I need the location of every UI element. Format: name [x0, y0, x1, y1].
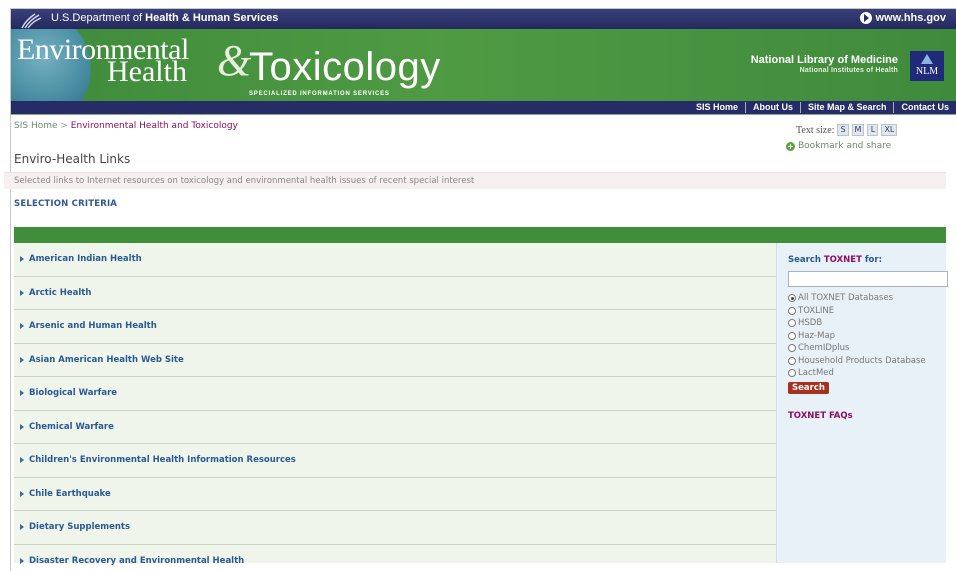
breadcrumb-separator: >	[57, 121, 71, 131]
hhs-department-link[interactable]: U.S.Department of Health & Human Service…	[51, 12, 278, 24]
arrow-circle-icon	[859, 12, 872, 24]
text-size-large-button[interactable]: L	[867, 124, 879, 136]
radio-button[interactable]	[788, 306, 796, 315]
radio-option-lactmed[interactable]: LactMed	[788, 367, 938, 380]
triangle-right-icon	[20, 557, 24, 564]
radio-option-household-products[interactable]: Household Products Database	[788, 355, 938, 368]
intro-text: Selected links to Internet resources on …	[4, 172, 946, 189]
triangle-right-icon	[20, 356, 24, 363]
list-item[interactable]: Disaster Recovery and Environmental Heal…	[14, 545, 776, 571]
text-size-small-button[interactable]: S	[837, 124, 849, 136]
bookmark-share-link[interactable]: + Bookmark and share	[786, 141, 891, 151]
list-item[interactable]: Arsenic and Human Health	[14, 310, 776, 344]
site-banner: Environmental Health & Toxicology SPECIA…	[11, 29, 956, 101]
list-item-label: Asian American Health Web Site	[29, 354, 184, 365]
triangle-right-icon	[20, 423, 24, 430]
radio-label: All TOXNET Databases	[798, 293, 894, 304]
toxnet-search-input[interactable]	[788, 271, 948, 287]
list-item[interactable]: Chemical Warfare	[14, 411, 776, 444]
breadcrumb-sis-home[interactable]: SIS Home	[14, 121, 58, 131]
title-ampersand: &	[217, 36, 252, 85]
toxnet-search-button[interactable]: Search	[788, 381, 829, 394]
radio-option-toxline[interactable]: TOXLINE	[788, 305, 938, 318]
radio-button[interactable]	[788, 369, 796, 378]
radio-option-haz-map[interactable]: Haz-Map	[788, 330, 938, 343]
triangle-right-icon	[20, 390, 24, 397]
hhs-text-prefix: U.S.Department of	[51, 12, 146, 24]
title-subtitle: SPECIALIZED INFORMATION SERVICES	[249, 91, 390, 97]
section-divider-bar	[14, 227, 946, 243]
radio-button[interactable]	[788, 331, 796, 340]
selection-criteria-link[interactable]: SELECTION CRITERIA	[14, 199, 117, 209]
list-item[interactable]: American Indian Health	[14, 243, 776, 277]
radio-button[interactable]	[788, 344, 796, 353]
radio-label: HSDB	[798, 318, 823, 329]
toxnet-faqs-link[interactable]: TOXNET FAQs	[788, 411, 938, 421]
radio-label: TOXLINE	[798, 305, 835, 316]
triangle-right-icon	[20, 457, 24, 464]
bookmark-share-label: Bookmark and share	[798, 141, 892, 151]
hhs-eagle-logo-icon[interactable]	[19, 10, 43, 30]
triangle-right-icon	[20, 323, 24, 330]
radio-label: LactMed	[798, 368, 834, 379]
search-heading-suffix: for:	[861, 255, 882, 265]
hhs-text-bold: Health & Human Services	[145, 12, 279, 24]
radio-label: Haz-Map	[798, 330, 836, 341]
list-item-label: Chemical Warfare	[29, 421, 114, 432]
nav-sis-home[interactable]: SIS Home	[689, 102, 745, 113]
list-item[interactable]: Asian American Health Web Site	[14, 344, 776, 377]
radio-label: ChemIDplus	[798, 343, 850, 354]
nav-contact-us[interactable]: Contact Us	[893, 102, 956, 113]
toxnet-brand-link[interactable]: TOXNET	[824, 255, 862, 265]
toxnet-search-heading: Search TOXNET for:	[788, 255, 938, 265]
list-item-label: Disaster Recovery and Environmental Heal…	[29, 555, 245, 566]
hhs-gov-link-label: www.hhs.gov	[875, 12, 947, 24]
top-navigation: SIS Home About Us Site Map & Search Cont…	[11, 101, 956, 115]
list-item-label: Arctic Health	[29, 287, 92, 298]
toxnet-search-panel: Search TOXNET for: All TOXNET Databases …	[776, 243, 948, 563]
radio-label: Household Products Database	[798, 355, 926, 366]
nih-subtitle: National Institutes of Health	[799, 67, 898, 74]
list-item-label: Dietary Supplements	[29, 522, 131, 533]
title-toxicology: Toxicology	[249, 45, 441, 89]
hhs-gov-link[interactable]: www.hhs.gov	[859, 12, 947, 24]
nav-about-us[interactable]: About Us	[744, 102, 800, 113]
radio-option-hsdb[interactable]: HSDB	[788, 317, 938, 330]
radio-option-all-databases[interactable]: All TOXNET Databases	[788, 292, 938, 305]
radio-option-chemidplus[interactable]: ChemIDplus	[788, 342, 938, 355]
breadcrumb-current[interactable]: Environmental Health and Toxicology	[71, 121, 238, 131]
radio-button[interactable]	[788, 319, 796, 328]
list-item[interactable]: Chile Earthquake	[14, 478, 776, 511]
search-heading-prefix: Search	[788, 255, 824, 265]
radio-button[interactable]	[788, 356, 796, 365]
list-item[interactable]: Biological Warfare	[14, 377, 776, 411]
triangle-right-icon	[20, 490, 24, 497]
triangle-right-icon	[20, 524, 24, 531]
list-item-label: Children's Environmental Health Informat…	[29, 455, 296, 466]
triangle-right-icon	[20, 289, 24, 296]
triangle-right-icon	[20, 256, 24, 263]
list-item-label: American Indian Health	[29, 254, 142, 265]
list-item[interactable]: Children's Environmental Health Informat…	[14, 444, 776, 478]
nav-site-map-search[interactable]: Site Map & Search	[799, 102, 894, 113]
breadcrumb: SIS Home > Environmental Health and Toxi…	[14, 121, 238, 131]
list-item[interactable]: Dietary Supplements	[14, 511, 776, 545]
radio-button[interactable]	[788, 294, 796, 303]
plus-circle-icon: +	[786, 141, 795, 151]
hhs-header-bar: U.S.Department of Health & Human Service…	[11, 9, 956, 29]
text-size-label: Text size:	[796, 124, 835, 136]
list-item[interactable]: Arctic Health	[14, 277, 776, 310]
topic-link-list: American Indian Health Arctic Health Ars…	[14, 243, 776, 566]
text-size-control: Text size: S M L XL	[796, 124, 898, 136]
title-health: Health	[107, 55, 187, 88]
page-title: Enviro-Health Links	[14, 152, 131, 166]
list-item-label: Biological Warfare	[29, 388, 118, 399]
text-size-medium-button[interactable]: M	[851, 124, 865, 136]
nlm-name-link[interactable]: National Library of Medicine	[751, 54, 898, 66]
text-size-xlarge-button[interactable]: XL	[881, 124, 898, 136]
list-item-label: Chile Earthquake	[29, 488, 111, 499]
nlm-logo-icon[interactable]: NLM	[910, 51, 944, 81]
list-item-label: Arsenic and Human Health	[29, 321, 157, 332]
